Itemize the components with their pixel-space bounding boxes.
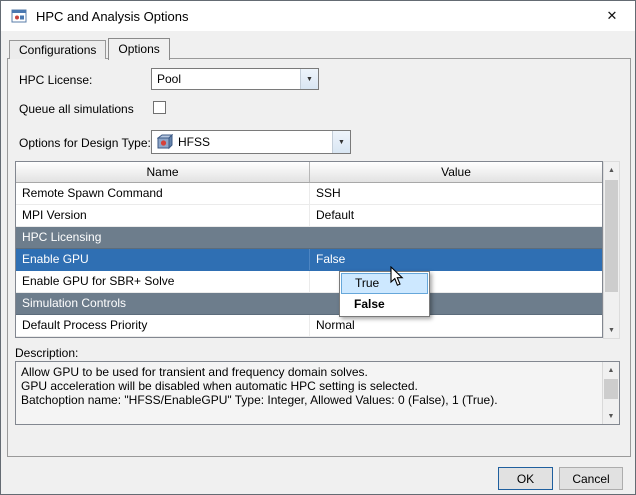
row-value[interactable]: Default xyxy=(310,205,602,226)
window-title: HPC and Analysis Options xyxy=(36,9,188,24)
arrow-up-icon: ▲ xyxy=(608,367,615,374)
close-icon: ✕ xyxy=(607,8,618,24)
table-row[interactable]: Enable GPU for SBR+ Solve xyxy=(16,271,602,293)
scroll-up-button[interactable]: ▲ xyxy=(604,162,619,178)
table-row[interactable]: Remote Spawn Command SSH xyxy=(16,183,602,205)
row-value[interactable]: False xyxy=(310,249,602,270)
column-header-value: Value xyxy=(310,162,602,182)
row-name: Enable GPU xyxy=(16,249,310,270)
scrollbar-thumb[interactable] xyxy=(605,180,618,292)
tab-options[interactable]: Options xyxy=(108,38,169,60)
grid-header: Name Value xyxy=(16,162,602,183)
tab-bar: Configurations Options xyxy=(9,38,172,59)
table-row[interactable]: MPI Version Default xyxy=(16,205,602,227)
ok-button[interactable]: OK xyxy=(498,467,553,490)
table-row[interactable]: Default Process Priority Normal xyxy=(16,315,602,337)
section-title: HPC Licensing xyxy=(16,227,602,248)
scrollbar-thumb[interactable] xyxy=(604,379,618,399)
design-type-label: Options for Design Type: xyxy=(19,136,151,150)
description-line: Allow GPU to be used for transient and f… xyxy=(21,365,597,379)
arrow-up-icon: ▲ xyxy=(608,167,615,174)
tab-configurations[interactable]: Configurations xyxy=(9,40,106,59)
mouse-cursor xyxy=(390,266,404,290)
scroll-down-button[interactable]: ▼ xyxy=(603,408,619,424)
design-type-value: HFSS xyxy=(178,135,210,149)
description-box: Allow GPU to be used for transient and f… xyxy=(15,361,620,425)
table-row-selected[interactable]: Enable GPU False xyxy=(16,249,602,271)
row-value[interactable]: SSH xyxy=(310,183,602,204)
scroll-up-button[interactable]: ▲ xyxy=(603,362,619,378)
row-value[interactable]: Normal xyxy=(310,315,602,336)
hpc-license-label: HPC License: xyxy=(19,73,92,87)
arrow-down-icon: ▼ xyxy=(608,327,615,334)
scrollbar-track[interactable] xyxy=(604,178,619,322)
dropdown-option-true[interactable]: True xyxy=(341,273,428,294)
queue-simulations-checkbox[interactable] xyxy=(153,101,166,114)
hfss-icon xyxy=(157,134,173,150)
chevron-down-icon[interactable]: ▼ xyxy=(300,69,318,89)
description-line: Batchoption name: "HFSS/EnableGPU" Type:… xyxy=(21,393,597,407)
app-icon xyxy=(11,8,27,24)
description-text: Allow GPU to be used for transient and f… xyxy=(16,362,619,410)
chevron-down-icon[interactable]: ▼ xyxy=(332,131,350,153)
value-dropdown-popup: True False xyxy=(339,271,430,317)
hpc-analysis-options-dialog: HPC and Analysis Options ✕ Configuration… xyxy=(0,0,636,495)
close-button[interactable]: ✕ xyxy=(589,1,635,31)
table-scrollbar[interactable]: ▲ ▼ xyxy=(603,161,620,339)
description-line: GPU acceleration will be disabled when a… xyxy=(21,379,597,393)
table-section-row: HPC Licensing xyxy=(16,227,602,249)
row-name: Enable GPU for SBR+ Solve xyxy=(16,271,310,292)
titlebar: HPC and Analysis Options ✕ xyxy=(1,1,635,31)
section-title: Simulation Controls xyxy=(16,293,602,314)
row-name: Remote Spawn Command xyxy=(16,183,310,204)
hpc-license-combobox[interactable]: Pool ▼ xyxy=(151,68,319,90)
arrow-down-icon: ▼ xyxy=(608,413,615,420)
cancel-button[interactable]: Cancel xyxy=(559,467,623,490)
options-grid: Name Value Remote Spawn Command SSH MPI … xyxy=(15,161,603,338)
row-name: MPI Version xyxy=(16,205,310,226)
table-section-row: Simulation Controls xyxy=(16,293,602,315)
row-name: Default Process Priority xyxy=(16,315,310,336)
dropdown-option-false[interactable]: False xyxy=(341,294,428,315)
scrollbar-track[interactable] xyxy=(603,378,619,408)
description-scrollbar[interactable]: ▲ ▼ xyxy=(602,362,619,424)
description-label: Description: xyxy=(15,346,78,360)
queue-simulations-label: Queue all simulations xyxy=(19,102,134,116)
design-type-combobox[interactable]: HFSS ▼ xyxy=(151,130,351,154)
scroll-down-button[interactable]: ▼ xyxy=(604,322,619,338)
column-header-name: Name xyxy=(16,162,310,182)
hpc-license-value: Pool xyxy=(157,72,181,86)
